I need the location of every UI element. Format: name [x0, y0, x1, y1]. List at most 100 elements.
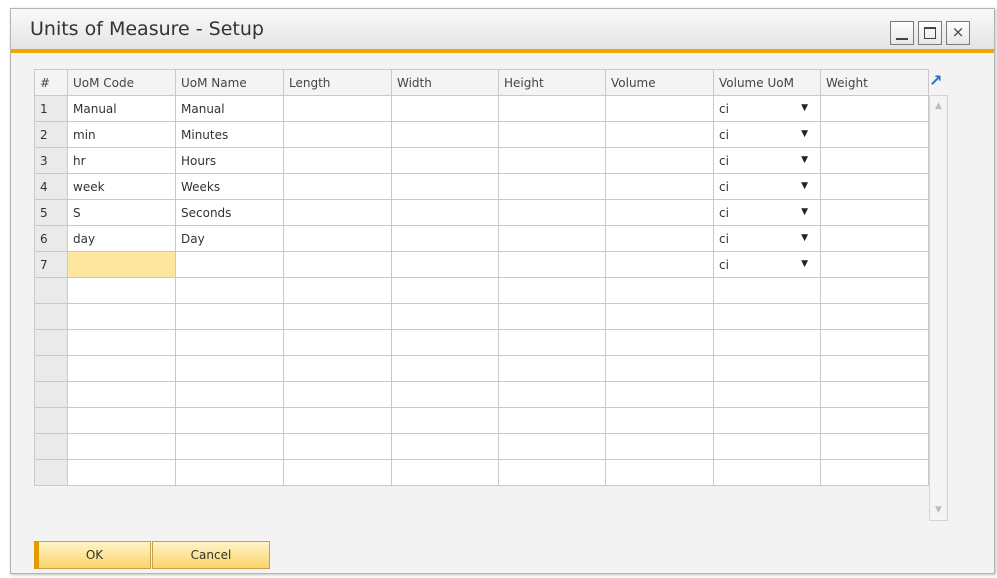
uom-name-cell[interactable]: Manual — [175, 95, 284, 122]
dropdown-arrow-icon[interactable]: ▼ — [801, 259, 808, 269]
weight-cell[interactable] — [820, 173, 929, 200]
row-number[interactable]: 6 — [34, 225, 68, 252]
dropdown-arrow-icon[interactable]: ▼ — [801, 129, 808, 139]
height-cell[interactable] — [498, 95, 606, 122]
header-width[interactable]: Width — [391, 69, 499, 96]
empty-cell — [175, 303, 284, 330]
empty-cell — [283, 407, 392, 434]
height-cell[interactable] — [498, 251, 606, 278]
row-number[interactable]: 2 — [34, 121, 68, 148]
cancel-button[interactable]: Cancel — [152, 541, 270, 569]
uom-name-cell[interactable]: Hours — [175, 147, 284, 174]
header-volume[interactable]: Volume — [605, 69, 714, 96]
volume-cell[interactable] — [605, 95, 714, 122]
maximize-button[interactable] — [918, 21, 942, 45]
length-cell[interactable] — [283, 173, 392, 200]
close-button[interactable]: × — [946, 21, 970, 45]
length-cell[interactable] — [283, 225, 392, 252]
uom-code-cell-active[interactable] — [67, 251, 176, 278]
uom-code-cell[interactable]: day — [67, 225, 176, 252]
header-volume-uom[interactable]: Volume UoM — [713, 69, 821, 96]
volume-cell[interactable] — [605, 251, 714, 278]
volume-cell[interactable] — [605, 147, 714, 174]
volume-uom-dropdown[interactable]: ci ▼ — [713, 199, 821, 226]
volume-uom-dropdown[interactable]: ci ▼ — [713, 225, 821, 252]
width-cell[interactable] — [391, 225, 499, 252]
length-cell[interactable] — [283, 147, 392, 174]
scroll-up-icon[interactable]: ▲ — [932, 100, 945, 112]
volume-uom-dropdown[interactable]: ci ▼ — [713, 147, 821, 174]
uom-table: # UoM Code UoM Name Length Width Height … — [34, 69, 929, 486]
empty-cell — [498, 303, 606, 330]
uom-code-cell[interactable]: S — [67, 199, 176, 226]
uom-name-cell[interactable]: Seconds — [175, 199, 284, 226]
minimize-button[interactable] — [890, 21, 914, 45]
ok-button[interactable]: OK — [34, 541, 151, 569]
length-cell[interactable] — [283, 121, 392, 148]
weight-cell[interactable] — [820, 251, 929, 278]
width-cell[interactable] — [391, 121, 499, 148]
uom-name-cell[interactable]: Weeks — [175, 173, 284, 200]
height-cell[interactable] — [498, 121, 606, 148]
length-cell[interactable] — [283, 199, 392, 226]
width-cell[interactable] — [391, 199, 499, 226]
volume-uom-value: ci — [719, 231, 729, 246]
weight-cell[interactable] — [820, 147, 929, 174]
title-bar[interactable]: Units of Measure - Setup × — [11, 9, 994, 53]
scroll-down-icon[interactable]: ▼ — [932, 504, 945, 516]
volume-uom-dropdown[interactable]: ci ▼ — [713, 121, 821, 148]
weight-cell[interactable] — [820, 121, 929, 148]
weight-cell[interactable] — [820, 95, 929, 122]
uom-code-cell[interactable]: min — [67, 121, 176, 148]
volume-uom-dropdown[interactable]: ci ▼ — [713, 95, 821, 122]
row-number[interactable]: 5 — [34, 199, 68, 226]
header-height[interactable]: Height — [498, 69, 606, 96]
uom-name-cell[interactable] — [175, 251, 284, 278]
volume-uom-value: ci — [719, 179, 729, 194]
dropdown-arrow-icon[interactable]: ▼ — [801, 181, 808, 191]
uom-name-cell[interactable]: Day — [175, 225, 284, 252]
header-row-number[interactable]: # — [34, 69, 68, 96]
header-uom-code[interactable]: UoM Code — [67, 69, 176, 96]
width-cell[interactable] — [391, 95, 499, 122]
row-number[interactable]: 3 — [34, 147, 68, 174]
dropdown-arrow-icon[interactable]: ▼ — [801, 233, 808, 243]
empty-cell — [391, 303, 499, 330]
uom-code-cell[interactable]: hr — [67, 147, 176, 174]
width-cell[interactable] — [391, 173, 499, 200]
expand-table-icon[interactable]: ↗ — [929, 73, 947, 91]
empty-cell — [67, 329, 176, 356]
height-cell[interactable] — [498, 173, 606, 200]
width-cell[interactable] — [391, 147, 499, 174]
dropdown-arrow-icon[interactable]: ▼ — [801, 103, 808, 113]
uom-code-cell[interactable]: Manual — [67, 95, 176, 122]
empty-row — [34, 329, 929, 356]
weight-cell[interactable] — [820, 225, 929, 252]
empty-cell — [605, 459, 714, 486]
volume-cell[interactable] — [605, 173, 714, 200]
weight-cell[interactable] — [820, 199, 929, 226]
uom-code-cell[interactable]: week — [67, 173, 176, 200]
volume-cell[interactable] — [605, 121, 714, 148]
height-cell[interactable] — [498, 199, 606, 226]
width-cell[interactable] — [391, 251, 499, 278]
row-number[interactable]: 4 — [34, 173, 68, 200]
uom-name-cell[interactable]: Minutes — [175, 121, 284, 148]
length-cell[interactable] — [283, 95, 392, 122]
height-cell[interactable] — [498, 147, 606, 174]
volume-uom-dropdown[interactable]: ci ▼ — [713, 251, 821, 278]
row-number[interactable]: 1 — [34, 95, 68, 122]
height-cell[interactable] — [498, 225, 606, 252]
volume-uom-dropdown[interactable]: ci ▼ — [713, 173, 821, 200]
dropdown-arrow-icon[interactable]: ▼ — [801, 155, 808, 165]
header-length[interactable]: Length — [283, 69, 392, 96]
row-number-empty — [34, 381, 68, 408]
row-number[interactable]: 7 — [34, 251, 68, 278]
volume-cell[interactable] — [605, 225, 714, 252]
length-cell[interactable] — [283, 251, 392, 278]
header-weight[interactable]: Weight — [820, 69, 929, 96]
header-uom-name[interactable]: UoM Name — [175, 69, 284, 96]
volume-cell[interactable] — [605, 199, 714, 226]
dropdown-arrow-icon[interactable]: ▼ — [801, 207, 808, 217]
vertical-scrollbar[interactable]: ▲ ▼ — [929, 95, 948, 521]
